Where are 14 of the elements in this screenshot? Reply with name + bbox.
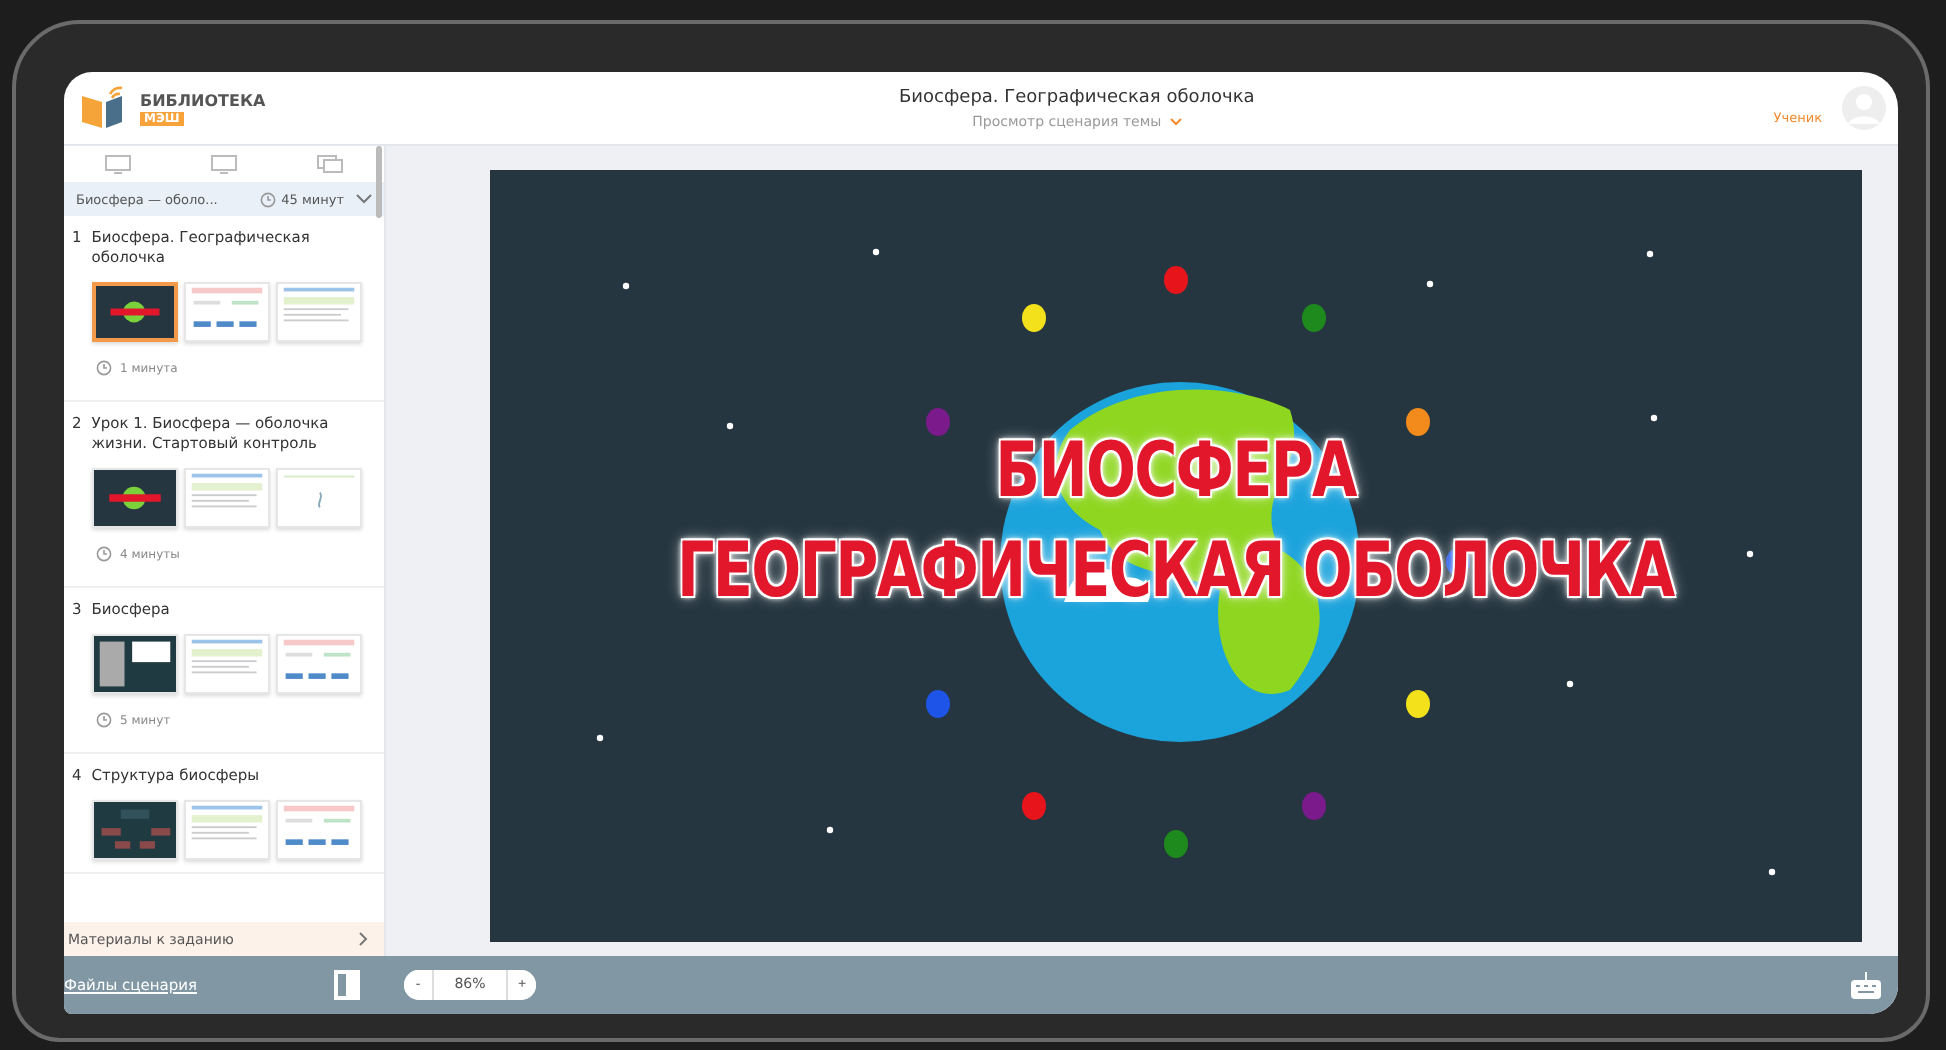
clock-icon [96,360,112,376]
scrollbar[interactable] [376,146,382,218]
keyboard-icon[interactable] [1850,971,1882,999]
page-title: Биосфера. Географическая оболочка [898,87,1255,107]
slide-thumbnail[interactable] [92,282,178,342]
panel-toggle-icon[interactable] [334,970,360,1000]
book-logo-icon [80,86,128,130]
chevron-down-icon[interactable] [1169,117,1182,125]
clock-icon [96,712,112,728]
clock-icon [259,191,276,207]
chevron-right-icon [358,932,368,946]
clock-icon [96,546,112,562]
logo-text: БИБЛИОТЕКА [140,91,266,109]
chevron-down-icon[interactable] [356,194,372,204]
